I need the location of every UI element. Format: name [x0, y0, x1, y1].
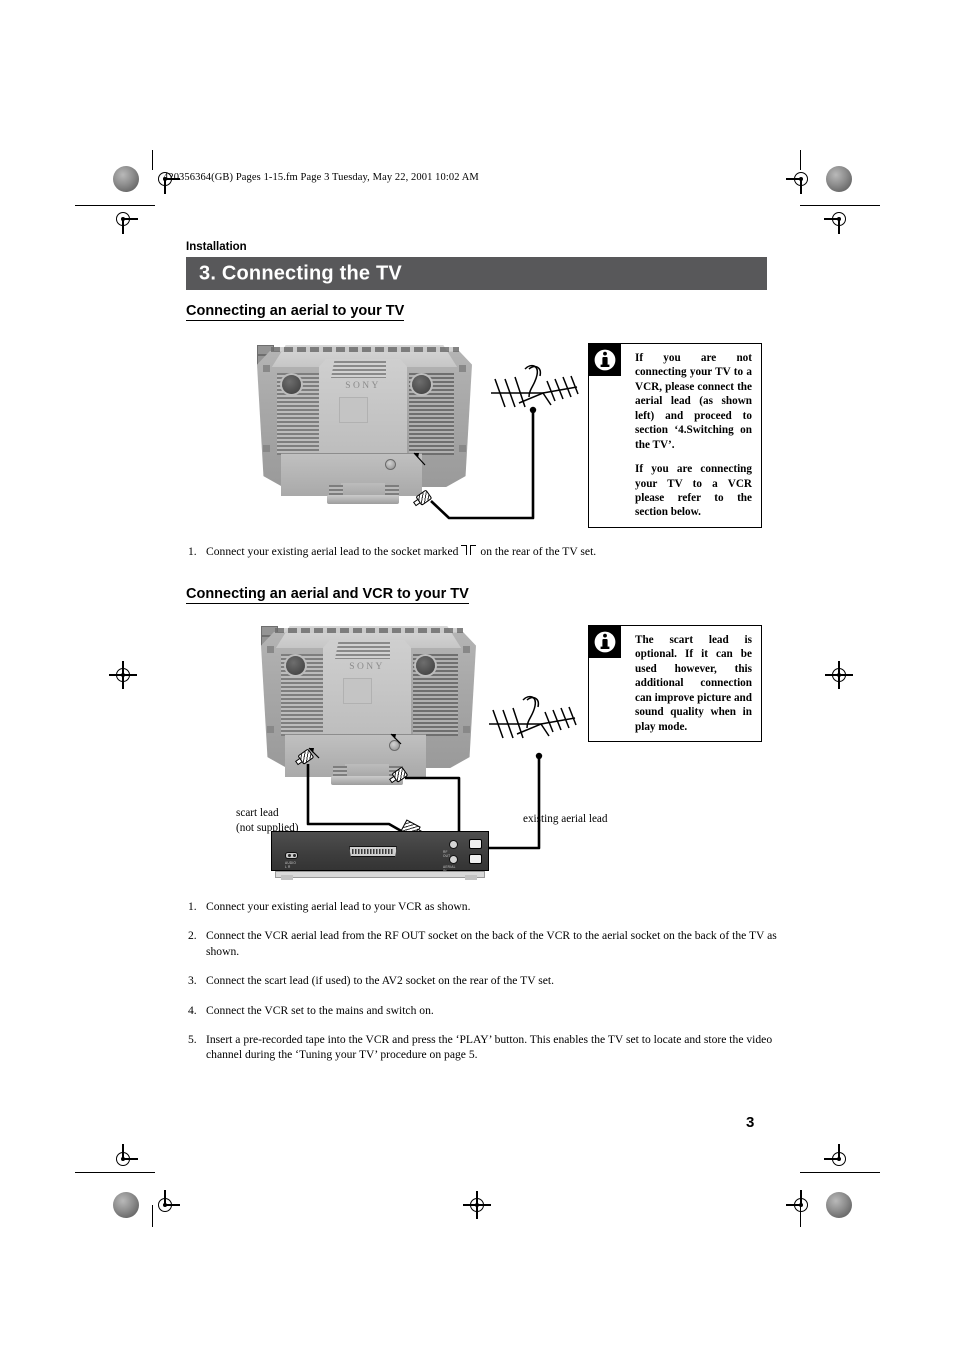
info-paragraph: If you are connecting your TV to a VCR p… [635, 463, 752, 519]
color-registration-dot-bottom-left [113, 1192, 139, 1218]
step-text: Insert a pre-recorded tape into the VCR … [206, 1033, 773, 1062]
vcr-rf-out-plug [469, 839, 482, 849]
page-number: 3 [746, 1114, 755, 1131]
vcr-scart-socket [349, 846, 397, 857]
document-file-header: 420356364(GB) Pages 1-15.fm Page 3 Tuesd… [163, 172, 479, 183]
heading-connecting-aerial: Connecting an aerial to your TV [186, 303, 405, 321]
info-icon [588, 625, 621, 658]
crop-line-bottom-right-vertical [800, 1205, 802, 1227]
color-registration-dot-top-left [113, 166, 139, 192]
step-text-before: Connect your existing aerial lead to the… [206, 545, 459, 558]
registration-target-bottom-center [463, 1191, 491, 1219]
step-number: 1. [188, 545, 197, 558]
label-scart-lead-line1: scart lead [236, 807, 279, 819]
step-text: Connect the VCR set to the mains and swi… [206, 1003, 434, 1017]
figure-aerial-to-tv: SONY [253, 343, 583, 535]
registration-target-right-middle [825, 661, 853, 689]
list-item: 4. Connect the VCR set to the mains and … [188, 1003, 778, 1018]
step-text-after: on the rear of the TV set. [480, 545, 597, 558]
label-existing-aerial-lead: existing aerial lead [523, 813, 608, 825]
info-paragraph: The scart lead is optional. If it can be… [635, 634, 752, 733]
crop-line-bottom-left-horizontal [75, 1172, 155, 1174]
section-kicker: Installation [186, 241, 247, 253]
step-number: 1. [188, 900, 197, 913]
list-item: 2. Connect the VCR aerial lead from the … [188, 928, 778, 959]
vcr-foot-left [281, 875, 293, 880]
step-text: Connect your existing aerial lead to the… [206, 544, 778, 559]
page-title: 3. Connecting the TV [199, 262, 402, 284]
info-note-scart: The scart lead is optional. If it can be… [588, 625, 762, 743]
vcr-foot-right [465, 875, 477, 880]
registration-target-left-middle [109, 661, 137, 689]
aerial-socket-symbol [461, 545, 477, 556]
color-registration-dot-top-right [826, 166, 852, 192]
registration-target-left-lower [110, 1144, 138, 1172]
vcr-audio-socket [285, 852, 298, 859]
vcr-aerial-in-plug [469, 854, 482, 864]
crop-line-bottom-right-horizontal [800, 1172, 880, 1174]
list-item: 3. Connect the scart lead (if used) to t… [188, 973, 778, 988]
crop-line-bottom-left-vertical [152, 1205, 154, 1227]
info-icon [588, 343, 621, 376]
vcr-audio-label: AUDIO L R [285, 861, 297, 869]
heading-connecting-aerial-vcr: Connecting an aerial and VCR to your TV [186, 586, 469, 604]
step-text: Connect the VCR aerial lead from the RF … [206, 929, 777, 958]
vcr-base [275, 871, 485, 878]
steps-list-aerial-vcr: 1. Connect your existing aerial lead to … [188, 899, 778, 1077]
registration-target-right-lower [824, 1144, 852, 1172]
chapter-title-bar: 3. Connecting the TV [186, 257, 767, 290]
registration-target-bottom-left [152, 1190, 180, 1218]
step-number: 5. [188, 1033, 197, 1047]
step-aerial-1: 1. Connect your existing aerial lead to … [188, 544, 778, 559]
step-text: Connect the scart lead (if used) to the … [206, 974, 555, 988]
step-number: 2. [188, 929, 197, 943]
list-item: 1. Connect your existing aerial lead to … [188, 899, 778, 914]
info-paragraph: If you are not connecting your TV to a V… [635, 352, 752, 451]
crop-line-top-right-vertical [800, 150, 802, 170]
list-item: 5. Insert a pre-recorded tape into the V… [188, 1032, 778, 1063]
aerial-lead-cable [413, 406, 537, 520]
registration-target-right-upper [824, 206, 852, 234]
step-text: Connect your existing aerial lead to you… [206, 900, 471, 913]
info-note-aerial: If you are not connecting your TV to a V… [588, 343, 762, 528]
step-number: 3. [188, 974, 197, 988]
color-registration-dot-bottom-right [826, 1192, 852, 1218]
step-number: 4. [188, 1003, 197, 1017]
crop-line-top-left-vertical [152, 150, 154, 170]
vcr-rf-out-socket [449, 840, 458, 849]
vcr-aerial-in-socket [449, 855, 458, 864]
registration-target-left-upper [110, 206, 138, 234]
